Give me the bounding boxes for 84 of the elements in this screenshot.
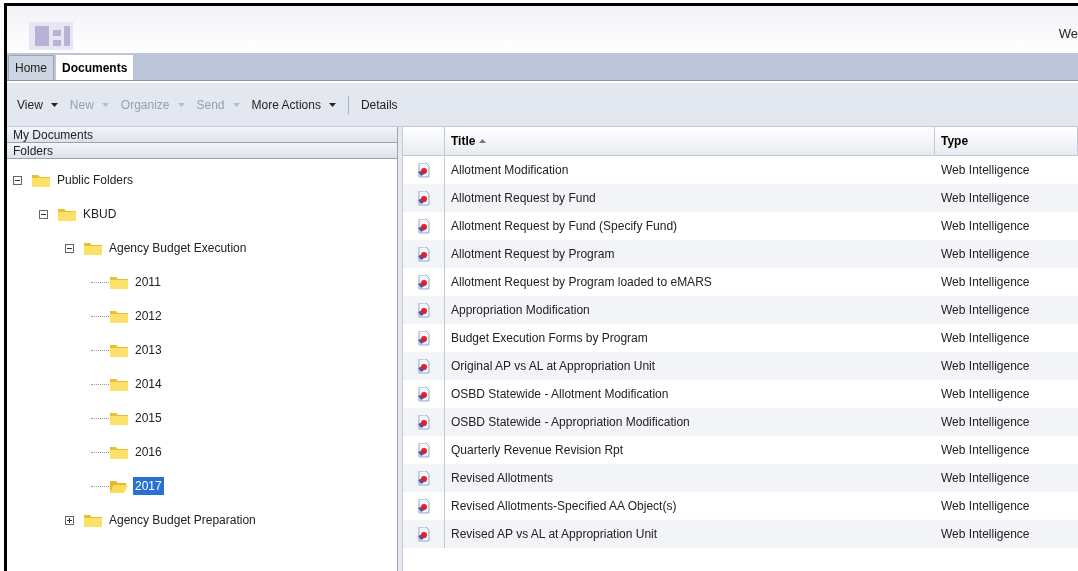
document-type: Web Intelligence <box>940 498 1031 515</box>
menu-button[interactable]: View <box>11 91 64 118</box>
document-icon <box>417 302 430 318</box>
document-type: Web Intelligence <box>940 414 1031 431</box>
tab[interactable]: Documents <box>56 55 134 80</box>
folder-icon <box>31 172 51 188</box>
document-icon <box>417 358 430 374</box>
folder-icon <box>109 274 129 290</box>
expand-toggle[interactable] <box>65 515 74 525</box>
document-title[interactable]: Appropriation Modification <box>445 301 935 319</box>
tree-item[interactable]: 2016 <box>133 443 164 461</box>
document-icon <box>417 246 430 262</box>
toolbar-button[interactable]: Details <box>354 91 404 118</box>
document-type: Web Intelligence <box>940 162 1031 179</box>
welcome-text: We <box>1058 24 1078 43</box>
folder-icon <box>109 376 129 392</box>
tab[interactable]: Home <box>8 55 54 80</box>
document-type: Web Intelligence <box>940 218 1031 235</box>
caret-icon <box>50 102 58 107</box>
document-type: Web Intelligence <box>940 190 1031 207</box>
document-icon <box>417 470 430 486</box>
folder-icon <box>83 240 103 256</box>
caret-icon <box>177 102 185 107</box>
document-type: Web Intelligence <box>940 386 1031 403</box>
collapse-toggle[interactable] <box>65 243 74 253</box>
document-icon <box>417 386 430 402</box>
document-icon <box>417 498 430 514</box>
document-type: Web Intelligence <box>940 470 1031 487</box>
folder-icon <box>109 342 129 358</box>
menu-button[interactable]: More Actions <box>245 91 342 118</box>
document-type: Web Intelligence <box>940 274 1031 291</box>
document-type: Web Intelligence <box>940 302 1031 319</box>
document-title[interactable]: Revised AP vs AL at Appropriation Unit <box>445 525 935 543</box>
document-title[interactable]: OSBD Statewide - Allotment Modification <box>445 385 935 403</box>
splitter-handle[interactable] <box>398 127 403 571</box>
tree-item[interactable]: Public Folders <box>55 171 136 189</box>
document-title[interactable]: Allotment Request by Fund <box>445 189 935 207</box>
collapse-toggle[interactable] <box>13 175 22 185</box>
folder-icon <box>109 410 129 426</box>
document-icon <box>417 190 430 206</box>
panel-header[interactable]: Folders <box>7 143 397 159</box>
document-icon <box>417 274 430 290</box>
document-type: Web Intelligence <box>940 358 1031 375</box>
column-header[interactable]: Type <box>935 127 1078 155</box>
document-title[interactable]: OSBD Statewide - Appropriation Modification <box>445 413 935 431</box>
document-type: Web Intelligence <box>940 526 1031 543</box>
document-title[interactable]: Revised Allotments <box>445 469 935 487</box>
tree-item[interactable]: 2017 <box>133 477 164 495</box>
document-title[interactable]: Allotment Modification <box>445 161 935 179</box>
document-title[interactable]: Allotment Request by Program <box>445 245 935 263</box>
collapse-toggle[interactable] <box>39 209 48 219</box>
document-icon <box>417 330 430 346</box>
tree-item[interactable]: 2014 <box>133 375 164 393</box>
document-title[interactable]: Budget Execution Forms by Program <box>445 329 935 347</box>
caret-icon <box>101 102 109 107</box>
column-header[interactable]: Title <box>445 127 935 155</box>
document-icon <box>417 526 430 542</box>
tree-item[interactable]: 2012 <box>133 307 164 325</box>
tree-item[interactable]: Agency Budget Execution <box>107 239 249 257</box>
folder-icon <box>57 206 77 222</box>
document-title[interactable]: Revised Allotments-Specified AA Object(s) <box>445 497 935 515</box>
document-type: Web Intelligence <box>940 442 1031 459</box>
caret-icon <box>328 102 336 107</box>
document-title[interactable]: Allotment Request by Program loaded to eMARS <box>445 273 935 291</box>
tree-item[interactable]: 2013 <box>133 341 164 359</box>
folder-icon <box>109 308 129 324</box>
tree-item[interactable]: 2015 <box>133 409 164 427</box>
tree-item[interactable]: KBUD <box>81 205 119 223</box>
document-icon <box>417 414 430 430</box>
folder-icon <box>83 512 103 528</box>
panel-header[interactable]: My Documents <box>7 127 397 143</box>
document-title[interactable]: Quarterly Revenue Revision Rpt <box>445 441 935 459</box>
document-icon <box>417 218 430 234</box>
document-type: Web Intelligence <box>940 330 1031 347</box>
caret-icon <box>232 102 240 107</box>
tree-item[interactable]: Agency Budget Preparation <box>107 511 258 529</box>
document-title[interactable]: Original AP vs AL at Appropriation Unit <box>445 357 935 375</box>
document-icon <box>417 162 430 178</box>
document-icon <box>417 442 430 458</box>
document-title[interactable]: Allotment Request by Fund (Specify Fund) <box>445 217 935 235</box>
document-type: Web Intelligence <box>940 246 1031 263</box>
tree-item[interactable]: 2011 <box>133 273 163 291</box>
open-folder-icon <box>109 478 129 494</box>
folder-icon <box>109 444 129 460</box>
